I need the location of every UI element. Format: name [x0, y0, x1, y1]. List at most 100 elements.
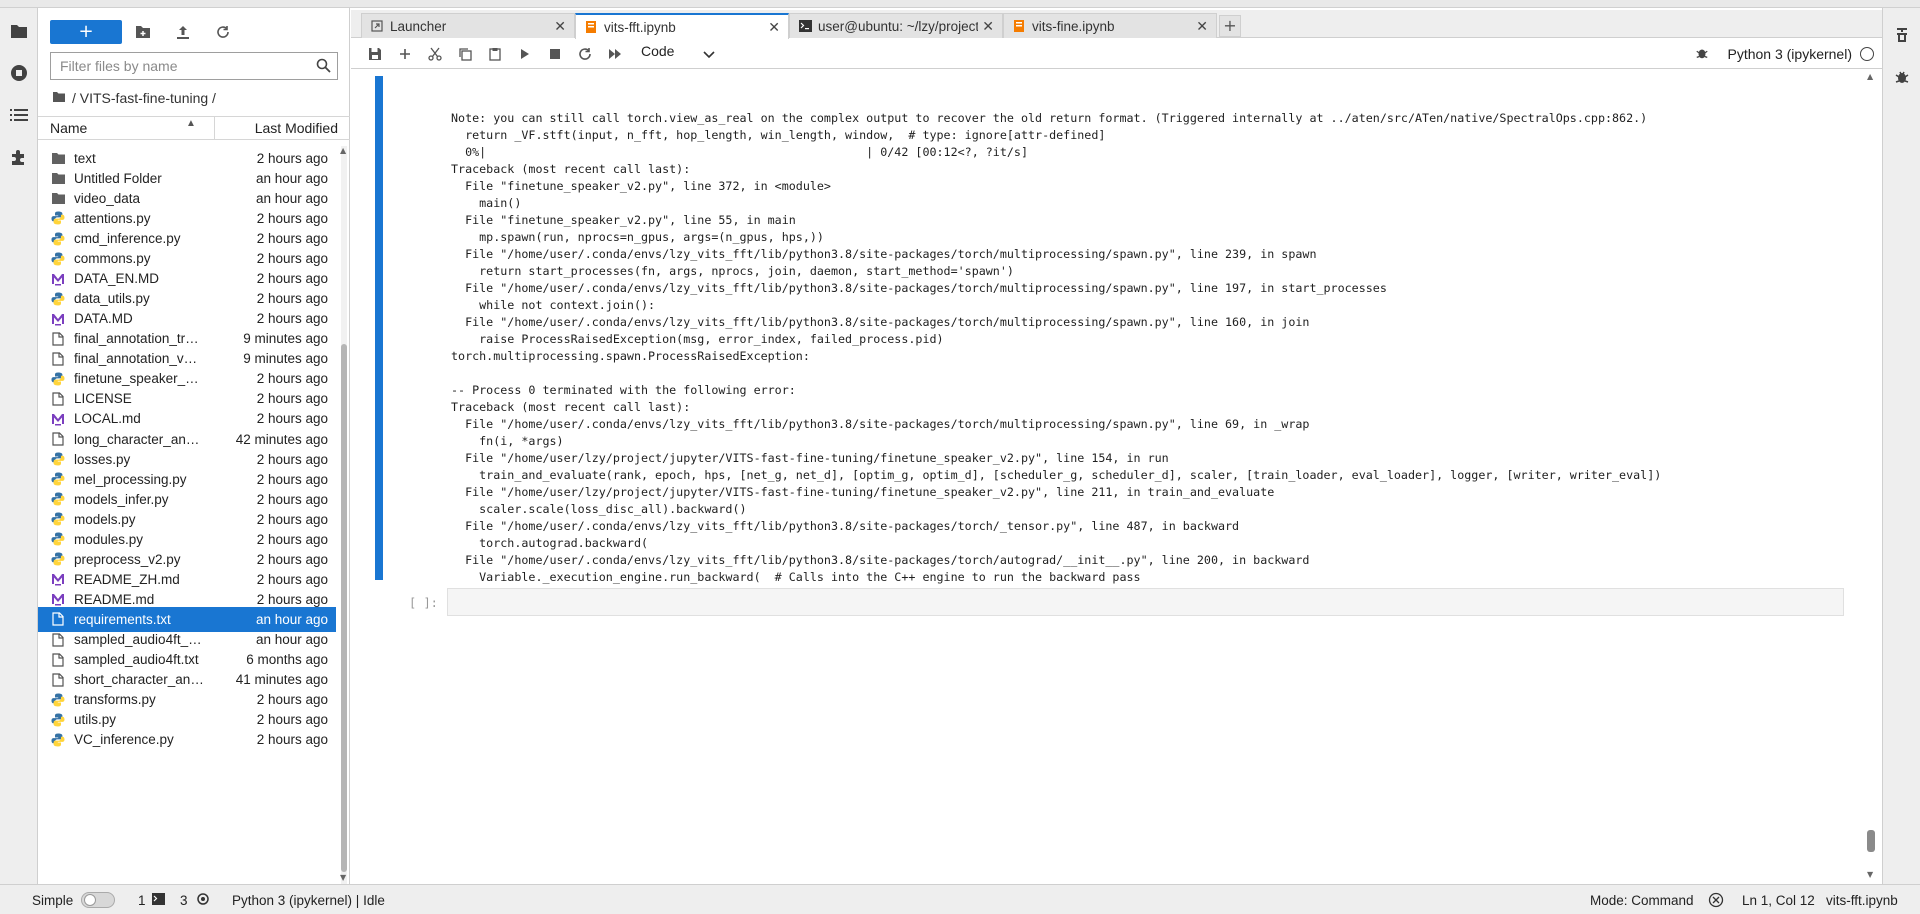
terminals-count[interactable]: 1	[138, 891, 165, 909]
file-name: LICENSE	[74, 391, 132, 407]
file-name: README.md	[74, 591, 155, 607]
output-line: File "/home/user/.conda/envs/lzy_vits_ff…	[451, 553, 1310, 567]
folder-icon[interactable]	[8, 20, 30, 42]
python-file-icon	[50, 511, 66, 527]
tab-bar: Launcher ✕ vits-fft.ipynb ✕ user@ubuntu:…	[351, 10, 1882, 39]
output-line: fn(i, *args)	[451, 434, 564, 448]
scroll-up-arrow-icon[interactable]: ▲	[340, 146, 346, 155]
terminal-icon	[151, 892, 165, 908]
close-icon[interactable]: ✕	[554, 18, 566, 35]
main-area: Launcher ✕ vits-fft.ipynb ✕ user@ubuntu:…	[351, 8, 1882, 884]
last-modified-column-header[interactable]: Last Modified	[255, 120, 338, 136]
output-line: while not context.join():	[451, 298, 656, 312]
new-launcher-button[interactable]: +	[50, 20, 122, 44]
stop-icon[interactable]	[547, 46, 563, 62]
kernel-gear-icon	[196, 892, 210, 909]
notebook-scrollbar[interactable]: ▲ ▼	[1866, 70, 1876, 884]
run-icon[interactable]	[517, 46, 533, 62]
output-line: File "finetune_speaker_v2.py", line 372,…	[451, 179, 831, 193]
empty-code-cell[interactable]	[447, 588, 1844, 616]
add-tab-button[interactable]: +	[1219, 15, 1241, 37]
cell-output: Note: you can still call torch.view_as_r…	[451, 76, 1811, 637]
tab-label: vits-fft.ipynb	[604, 19, 676, 35]
column-divider[interactable]	[214, 117, 215, 139]
file-list-item[interactable]: VC_inference.py 2 hours ago	[38, 727, 336, 752]
file-modified: 2 hours ago	[256, 712, 328, 728]
python-file-icon	[50, 291, 66, 307]
notification-icon[interactable]	[1708, 891, 1724, 909]
copy-icon[interactable]	[457, 46, 473, 62]
file-name: video_data	[74, 190, 141, 206]
paste-icon[interactable]	[487, 46, 503, 62]
output-line: File "/home/user/.conda/envs/lzy_vits_ff…	[451, 247, 1317, 261]
fast-forward-icon[interactable]	[607, 46, 623, 62]
file-name: VC_inference.py	[74, 732, 174, 748]
output-line: 0%| | 0/42 [00:12<?, ?it/s]	[451, 145, 1028, 159]
file-name: final_annotation_val....	[74, 351, 204, 367]
markdown-file-icon	[50, 571, 66, 587]
kernels-count[interactable]: 3	[180, 891, 210, 909]
folder-icon	[50, 150, 66, 166]
file-modified: 41 minutes ago	[235, 672, 328, 688]
scroll-down-arrow-icon[interactable]: ▼	[340, 873, 346, 882]
upload-icon[interactable]	[174, 23, 192, 41]
file-icon	[50, 611, 66, 627]
tab-terminal[interactable]: user@ubuntu: ~/lzy/project/ ✕	[789, 13, 1003, 38]
notebook-content: Note: you can still call torch.view_as_r…	[351, 70, 1882, 884]
close-icon[interactable]: ✕	[982, 18, 994, 35]
tab-launcher[interactable]: Launcher ✕	[361, 13, 575, 38]
refresh-icon[interactable]	[214, 23, 232, 41]
name-column-header[interactable]: Name	[50, 120, 87, 136]
python-file-icon	[50, 551, 66, 567]
restart-icon[interactable]	[577, 46, 593, 62]
filter-files-field	[50, 52, 338, 80]
python-file-icon	[50, 371, 66, 387]
simple-mode-toggle[interactable]	[81, 892, 116, 908]
markdown-file-icon	[50, 311, 66, 327]
new-folder-icon[interactable]	[134, 23, 152, 41]
table-of-contents-icon[interactable]	[8, 104, 30, 126]
cut-icon[interactable]	[427, 46, 443, 62]
file-name: commons.py	[74, 251, 151, 267]
extensions-icon[interactable]	[8, 146, 30, 168]
output-line: train_and_evaluate(rank, epoch, hps, [ne…	[451, 468, 1662, 482]
file-list-header: Name ▲ Last Modified	[38, 116, 350, 140]
scrollbar-thumb[interactable]	[341, 344, 347, 872]
folder-icon	[52, 90, 66, 106]
close-icon[interactable]: ✕	[1196, 18, 1208, 35]
kernel-name[interactable]: Python 3 (ipykernel)	[1727, 46, 1852, 62]
file-name: attentions.py	[74, 210, 151, 226]
filter-files-input[interactable]	[51, 53, 311, 79]
active-cell-indicator[interactable]	[375, 76, 383, 580]
file-modified: 6 months ago	[246, 652, 328, 668]
close-icon[interactable]: ✕	[768, 19, 780, 36]
cursor-position[interactable]: Ln 1, Col 12	[1742, 891, 1815, 909]
debugger-icon[interactable]	[1891, 66, 1913, 88]
cell-type-dropdown[interactable]: Code	[641, 43, 727, 65]
scrollbar-thumb[interactable]	[1867, 830, 1875, 852]
file-browser: + / VITS-fast-fine-tuning / Name ▲ Last …	[38, 8, 350, 884]
file-modified: 2 hours ago	[256, 571, 328, 587]
tab-vits-fine[interactable]: vits-fine.ipynb ✕	[1003, 13, 1217, 38]
file-name: sampled_audio4ft.txt	[74, 652, 199, 668]
bug-icon[interactable]	[1695, 46, 1709, 63]
save-icon[interactable]	[367, 46, 383, 62]
file-name: text	[74, 150, 96, 166]
property-inspector-icon[interactable]	[1891, 24, 1913, 46]
scroll-up-arrow-icon[interactable]: ▲	[1867, 72, 1873, 81]
output-line: File "/home/user/lzy/project/jupyter/VIT…	[451, 451, 1169, 465]
kernel-status[interactable]: Python 3 (ipykernel) | Idle	[232, 891, 385, 909]
output-line: -- Process 0 terminated with the followi…	[451, 383, 796, 397]
input-prompt: [ ]:	[409, 596, 438, 610]
output-line: Note: you can still call torch.view_as_r…	[451, 111, 1648, 125]
terminals-count-value: 1	[138, 892, 146, 908]
file-list-scrollbar[interactable]: ▲ ▼	[340, 146, 348, 884]
file-icon	[50, 672, 66, 688]
breadcrumb-path[interactable]: / VITS-fast-fine-tuning /	[72, 90, 216, 106]
running-sessions-icon[interactable]	[8, 62, 30, 84]
scroll-down-arrow-icon[interactable]: ▼	[1867, 870, 1873, 879]
insert-cell-icon[interactable]	[397, 46, 413, 62]
tab-vits-fft[interactable]: vits-fft.ipynb ✕	[575, 13, 789, 39]
file-name: LOCAL.md	[74, 411, 141, 427]
mode-indicator[interactable]: Mode: Command	[1590, 891, 1694, 909]
